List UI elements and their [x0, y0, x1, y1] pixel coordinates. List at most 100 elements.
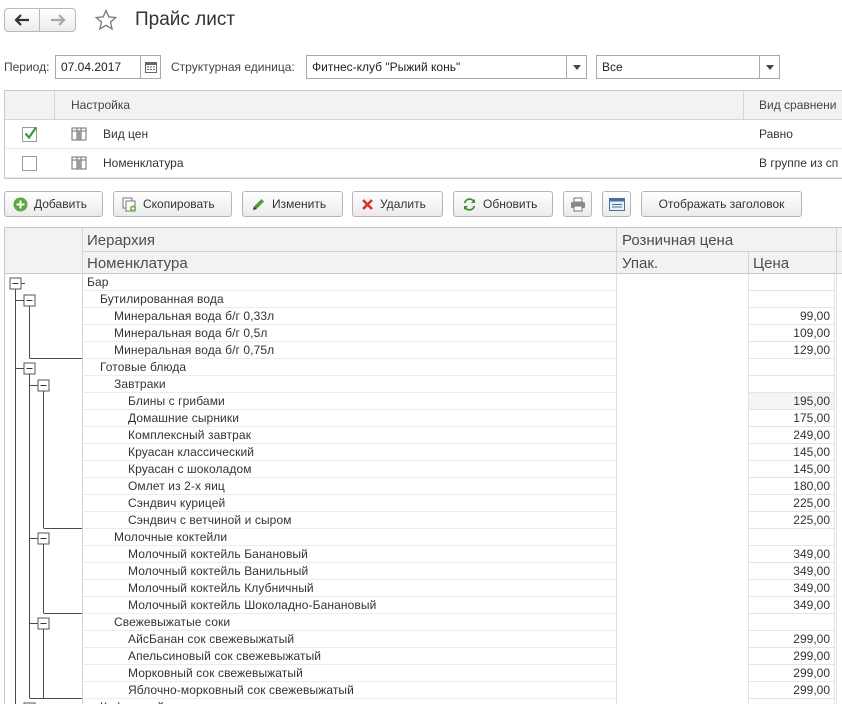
price-cell[interactable]: 299,00: [748, 665, 835, 682]
item-row[interactable]: Молочный коктейль Клубничный 349,00: [5, 580, 842, 597]
copy-button[interactable]: Скопировать: [113, 191, 232, 217]
price-cell[interactable]: 109,00: [748, 325, 835, 342]
price-value: 175,00: [793, 411, 830, 425]
refresh-button[interactable]: Обновить: [453, 191, 553, 217]
period-date-input[interactable]: 07.04.2017: [55, 55, 141, 79]
item-row[interactable]: Яблочно-морковный сок свежевыжатый 299,00: [5, 682, 842, 699]
price-cell[interactable]: 180,00: [748, 478, 835, 495]
item-row[interactable]: Сэндвич курицей 225,00: [5, 495, 842, 512]
item-row[interactable]: Блины с грибами 195,00: [5, 393, 842, 410]
favorite-star-icon[interactable]: [94, 8, 118, 35]
field-icon: [71, 155, 87, 174]
item-row[interactable]: Круасан классический 145,00: [5, 444, 842, 461]
item-row[interactable]: Морковный сок свежевыжатый 299,00: [5, 665, 842, 682]
period-label: Период:: [4, 60, 50, 74]
delete-button[interactable]: Удалить: [352, 191, 443, 217]
item-row[interactable]: Минеральная вода б/г 0,5л 109,00: [5, 325, 842, 342]
group-row[interactable]: Молочные коктейли: [5, 529, 842, 546]
price-cell[interactable]: 145,00: [748, 444, 835, 461]
edit-button[interactable]: Изменить: [242, 191, 343, 217]
price-list-grid: Иерархия Номенклатура Розничная цена Упа…: [4, 227, 842, 704]
price-cell[interactable]: 145,00: [748, 461, 835, 478]
item-name: Домашние сырники: [128, 411, 240, 425]
item-row[interactable]: Молочный коктейль Шоколадно-Банановый 349…: [5, 597, 842, 614]
scope-dropdown-button[interactable]: [759, 55, 780, 79]
item-name: Сэндвич курицей: [128, 496, 226, 510]
price-cell[interactable]: 129,00: [748, 342, 835, 359]
price-cell[interactable]: 175,00: [748, 410, 835, 427]
price-cell[interactable]: [748, 699, 835, 704]
refresh-icon: [463, 197, 476, 211]
item-row[interactable]: Сэндвич с ветчиной и сыром 225,00: [5, 512, 842, 529]
print-button[interactable]: [563, 191, 592, 217]
settings-row[interactable]: Вид цен Равно: [5, 120, 842, 149]
header-retail-price: Розничная цена: [622, 232, 734, 249]
item-name: Минеральная вода б/г 0,75л: [114, 343, 275, 357]
group-row[interactable]: Кофе и чай: [5, 699, 842, 704]
price-value: 299,00: [793, 649, 830, 663]
price-cell[interactable]: 249,00: [748, 427, 835, 444]
item-row[interactable]: Комплексный завтрак 249,00: [5, 427, 842, 444]
show-header-button[interactable]: Отображать заголовок: [641, 191, 802, 217]
item-name: Круасан классический: [128, 445, 255, 459]
price-cell[interactable]: [748, 274, 835, 291]
use-checkbox[interactable]: [22, 126, 37, 142]
calendar-button[interactable]: [140, 55, 161, 79]
item-name: Молочный коктейль Клубничный: [128, 581, 314, 595]
group-row[interactable]: Бар: [5, 274, 842, 291]
price-cell[interactable]: [748, 376, 835, 393]
settings-row[interactable]: Номенклатура В группе из сп: [5, 149, 842, 178]
price-cell[interactable]: 99,00: [748, 308, 835, 325]
checkmark-icon: [24, 126, 37, 140]
scope-select[interactable]: Все: [596, 55, 760, 79]
price-cell[interactable]: 349,00: [748, 580, 835, 597]
structural-unit-dropdown-button[interactable]: [566, 55, 587, 79]
structural-unit-select[interactable]: Фитнес-клуб "Рыжий конь": [306, 55, 567, 79]
price-cell[interactable]: 299,00: [748, 648, 835, 665]
add-button-label: Добавить: [34, 197, 88, 211]
group-row[interactable]: Готовые блюда: [5, 359, 842, 376]
printer-icon: [570, 197, 585, 211]
plus-circle-icon: [13, 197, 28, 211]
price-cell[interactable]: 349,00: [748, 563, 835, 580]
price-value: 299,00: [793, 632, 830, 646]
forward-button[interactable]: [40, 8, 76, 32]
form-layout-button[interactable]: [602, 191, 631, 217]
add-button[interactable]: Добавить: [4, 191, 103, 217]
item-row[interactable]: Минеральная вода б/г 0,75л 129,00: [5, 342, 842, 359]
item-row[interactable]: Омлет из 2-х яиц 180,00: [5, 478, 842, 495]
group-row[interactable]: Завтраки: [5, 376, 842, 393]
price-value: 145,00: [793, 462, 830, 476]
item-row[interactable]: Молочный коктейль Ванильный 349,00: [5, 563, 842, 580]
price-cell[interactable]: [748, 529, 835, 546]
item-row[interactable]: Молочный коктейль Банановый 349,00: [5, 546, 842, 563]
item-row[interactable]: Минеральная вода б/г 0,33л 99,00: [5, 308, 842, 325]
item-row[interactable]: Апельсиновый сок свежевыжатый 299,00: [5, 648, 842, 665]
price-cell[interactable]: 299,00: [748, 682, 835, 699]
copy-icon: [122, 197, 136, 211]
group-row[interactable]: Свежевыжатые соки: [5, 614, 842, 631]
price-value: 195,00: [793, 394, 830, 408]
price-cell[interactable]: 225,00: [748, 495, 835, 512]
price-value: 299,00: [793, 666, 830, 680]
refresh-button-label: Обновить: [483, 197, 538, 211]
price-cell[interactable]: 349,00: [748, 546, 835, 563]
item-name: Минеральная вода б/г 0,5л: [114, 326, 268, 340]
back-button[interactable]: [4, 8, 40, 32]
price-cell[interactable]: [748, 291, 835, 308]
price-cell[interactable]: 195,00: [748, 393, 835, 410]
use-checkbox[interactable]: [22, 156, 37, 171]
show-header-button-label: Отображать заголовок: [658, 197, 785, 211]
price-cell[interactable]: 349,00: [748, 597, 835, 614]
item-row[interactable]: Домашние сырники 175,00: [5, 410, 842, 427]
setting-name: Вид цен: [103, 127, 149, 141]
price-cell[interactable]: 225,00: [748, 512, 835, 529]
price-cell[interactable]: [748, 359, 835, 376]
item-row[interactable]: АйсБанан сок свежевыжатый 299,00: [5, 631, 842, 648]
group-row[interactable]: Бутилированная вода: [5, 291, 842, 308]
price-cell[interactable]: 299,00: [748, 631, 835, 648]
arrow-right-icon: [50, 14, 66, 26]
item-row[interactable]: Круасан с шоколадом 145,00: [5, 461, 842, 478]
price-cell[interactable]: [748, 614, 835, 631]
unit-label: Структурная единица:: [171, 60, 295, 74]
